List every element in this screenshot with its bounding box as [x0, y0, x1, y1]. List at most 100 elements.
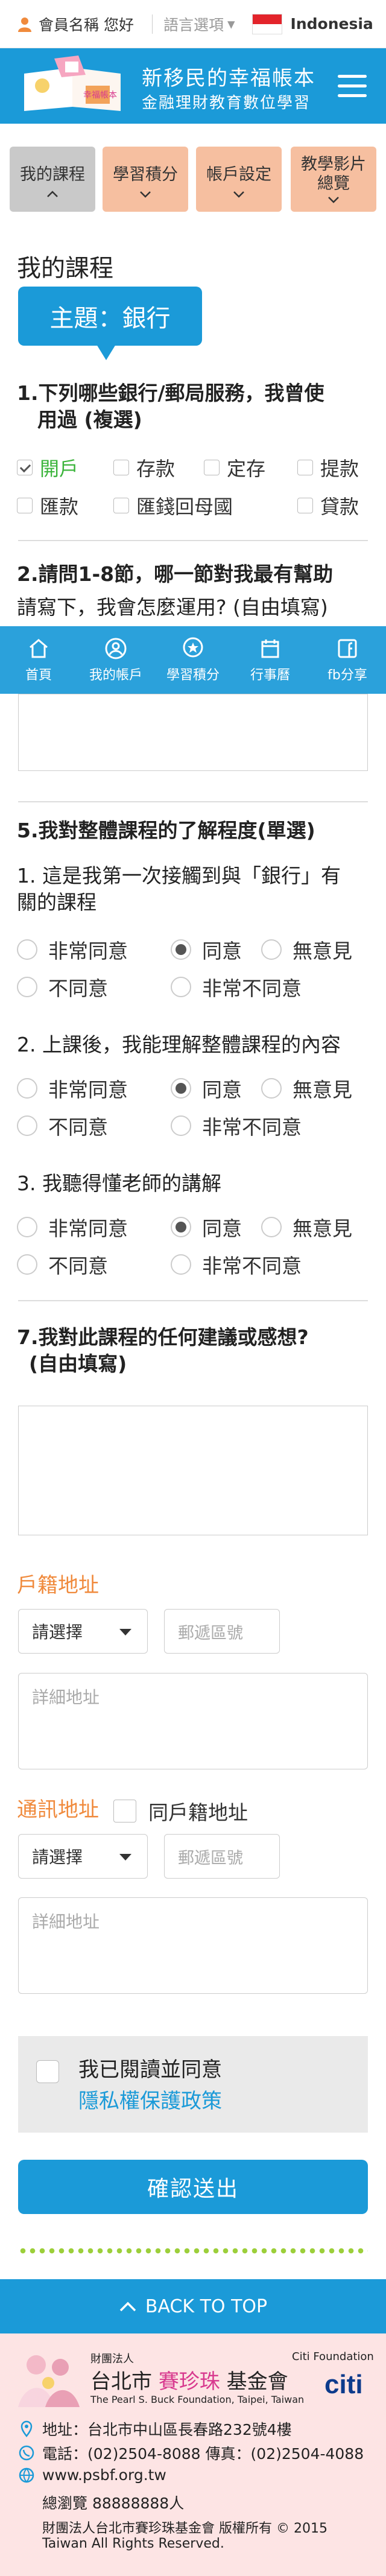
radio-no-opinion[interactable]: 無意見 [261, 1213, 352, 1242]
checkbox-loan[interactable]: 貸款 [297, 492, 359, 519]
footer-phone: 電話：(02)2504-8088 傳真：(02)2504-4088 [18, 2442, 364, 2464]
checkbox-box[interactable] [113, 460, 129, 475]
bottom-nav-home[interactable]: 首頁 [0, 626, 77, 694]
privacy-checkbox[interactable] [36, 2060, 59, 2083]
phone-icon [19, 2445, 34, 2461]
checkbox-deposit[interactable]: 存款 [113, 454, 204, 481]
tab-video-overview[interactable]: 教學影片 總覽 [291, 147, 376, 212]
radio-circle[interactable] [261, 1217, 282, 1237]
user-greeting[interactable]: 會員名稱 您好 [17, 13, 134, 35]
hamburger-menu-icon[interactable] [338, 75, 367, 98]
chevron-up-icon [47, 190, 58, 197]
checkbox-box[interactable] [297, 460, 313, 475]
citi-foundation-label: Citi Foundation [292, 2350, 374, 2363]
mailing-zip-input[interactable]: 郵遞區號 [164, 1834, 280, 1879]
foundation-english-name: The Pearl S. Buck Foundation, Taipei, Ta… [90, 2394, 305, 2405]
bottom-nav-facebook-share[interactable]: fb分享 [309, 626, 386, 694]
radio-circle[interactable] [171, 939, 191, 960]
bottom-nav-calendar[interactable]: 行事曆 [232, 626, 309, 694]
site-logo[interactable]: 幸福帳本 [18, 56, 133, 116]
radio-strongly-disagree[interactable]: 非常不同意 [171, 1250, 302, 1279]
bottom-nav-points[interactable]: 學習積分 [154, 626, 232, 694]
divider [18, 801, 368, 802]
radio-circle[interactable] [17, 977, 37, 997]
radio-no-opinion[interactable]: 無意見 [261, 935, 352, 964]
privacy-agreement: 我已閱讀並同意 隱私權保護政策 [18, 2036, 368, 2133]
nav-tabs: 我的課程 學習積分 帳戶設定 教學影片 總覽 [0, 124, 386, 226]
question-1-options-row1: 開戶 存款 定存 提款 [17, 454, 373, 481]
visit-counter: 總瀏覽 88888888人 [42, 2495, 185, 2512]
logo-caption: 幸福帳本 [83, 90, 117, 100]
mailing-detail-input[interactable]: 詳細地址 [18, 1897, 368, 1994]
household-detail-input[interactable]: 詳細地址 [18, 1673, 368, 1769]
bottom-nav-label: 首頁 [25, 668, 52, 683]
question-7-title: 7.我對此課程的任何建議或感想? (自由填寫) [17, 1325, 309, 1375]
radio-strongly-disagree[interactable]: 非常不同意 [171, 1111, 302, 1140]
divider [18, 540, 368, 541]
checkbox-box[interactable] [113, 1800, 136, 1823]
bottom-nav-account[interactable]: 我的帳戶 [77, 626, 154, 694]
citi-logo: citi [324, 2370, 363, 2399]
radio-circle[interactable] [171, 1115, 191, 1136]
tab-my-courses[interactable]: 我的課程 [10, 147, 95, 212]
radio-circle[interactable] [261, 1078, 282, 1099]
radio-group-item-2-row2: 不同意 非常不同意 [17, 1111, 373, 1140]
radio-circle[interactable] [17, 1254, 37, 1275]
radio-agree[interactable]: 同意 [171, 935, 261, 964]
indonesia-flag-icon[interactable] [252, 13, 282, 34]
radio-circle[interactable] [17, 1078, 37, 1099]
household-zip-input[interactable]: 郵遞區號 [164, 1609, 280, 1654]
radio-group-item-3-row2: 不同意 非常不同意 [17, 1250, 373, 1279]
question-2-answer-field[interactable] [18, 694, 368, 771]
checkbox-time-deposit[interactable]: 定存 [204, 454, 297, 481]
checkbox-open-account[interactable]: 開戶 [17, 454, 113, 481]
checkbox-box[interactable] [113, 498, 129, 513]
question-5-item-3: 3. 我聽得懂老師的講解 [17, 1172, 221, 1195]
radio-circle[interactable] [171, 1254, 191, 1275]
radio-circle[interactable] [17, 1217, 37, 1237]
radio-circle[interactable] [261, 939, 282, 960]
mailing-city-select[interactable]: 請選擇 [18, 1834, 148, 1879]
tab-label: 教學影片 [301, 155, 366, 174]
submit-button[interactable]: 確認送出 [18, 2160, 368, 2214]
privacy-policy-link[interactable]: 隱私權保護政策 [78, 2084, 222, 2114]
checkbox-remit-home[interactable]: 匯錢回母國 [113, 492, 297, 519]
footer-address: 地址：台北市中山區長春路232號4樓 [18, 2418, 292, 2440]
radio-agree[interactable]: 同意 [171, 1074, 261, 1103]
radio-circle[interactable] [17, 1115, 37, 1136]
radio-circle[interactable] [171, 977, 191, 997]
tab-label-line2: 總覽 [317, 174, 350, 193]
radio-strongly-agree[interactable]: 非常同意 [17, 1213, 171, 1242]
same-as-household-checkbox[interactable]: 同戶籍地址 [113, 1797, 248, 1826]
radio-disagree[interactable]: 不同意 [17, 1250, 171, 1279]
chevron-down-icon [328, 197, 339, 203]
radio-no-opinion[interactable]: 無意見 [261, 1074, 352, 1103]
tab-learning-points[interactable]: 學習積分 [103, 147, 188, 212]
dropdown-arrow-icon [119, 1854, 131, 1861]
checkbox-withdraw[interactable]: 提款 [297, 454, 359, 481]
checkbox-remittance[interactable]: 匯款 [17, 492, 113, 519]
back-to-top-button[interactable]: BACK TO TOP [0, 2279, 386, 2333]
checkbox-box[interactable] [204, 460, 220, 475]
language-select[interactable]: 語言選項 ▾ [163, 13, 235, 35]
radio-strongly-agree[interactable]: 非常同意 [17, 1074, 171, 1103]
radio-disagree[interactable]: 不同意 [17, 972, 171, 1001]
country-label[interactable]: Indonesia [291, 15, 373, 33]
checkbox-box[interactable] [17, 498, 33, 513]
checkbox-box[interactable] [17, 460, 33, 475]
radio-agree[interactable]: 同意 [171, 1213, 261, 1242]
footer-website[interactable]: www.psbf.org.tw [18, 2466, 166, 2484]
household-city-select[interactable]: 請選擇 [18, 1609, 148, 1654]
radio-circle[interactable] [171, 1078, 191, 1099]
checkbox-box[interactable] [297, 498, 313, 513]
tab-account-settings[interactable]: 帳戶設定 [196, 147, 282, 212]
radio-strongly-agree[interactable]: 非常同意 [17, 935, 171, 964]
radio-circle[interactable] [171, 1217, 191, 1237]
radio-disagree[interactable]: 不同意 [17, 1111, 171, 1140]
question-7-answer-field[interactable] [18, 1406, 368, 1535]
tab-label: 我的課程 [20, 165, 85, 184]
radio-group-item-1-row1: 非常同意 同意 無意見 [17, 935, 373, 964]
radio-strongly-disagree[interactable]: 非常不同意 [171, 972, 302, 1001]
radio-circle[interactable] [17, 939, 37, 960]
chevron-up-icon [119, 2302, 136, 2312]
